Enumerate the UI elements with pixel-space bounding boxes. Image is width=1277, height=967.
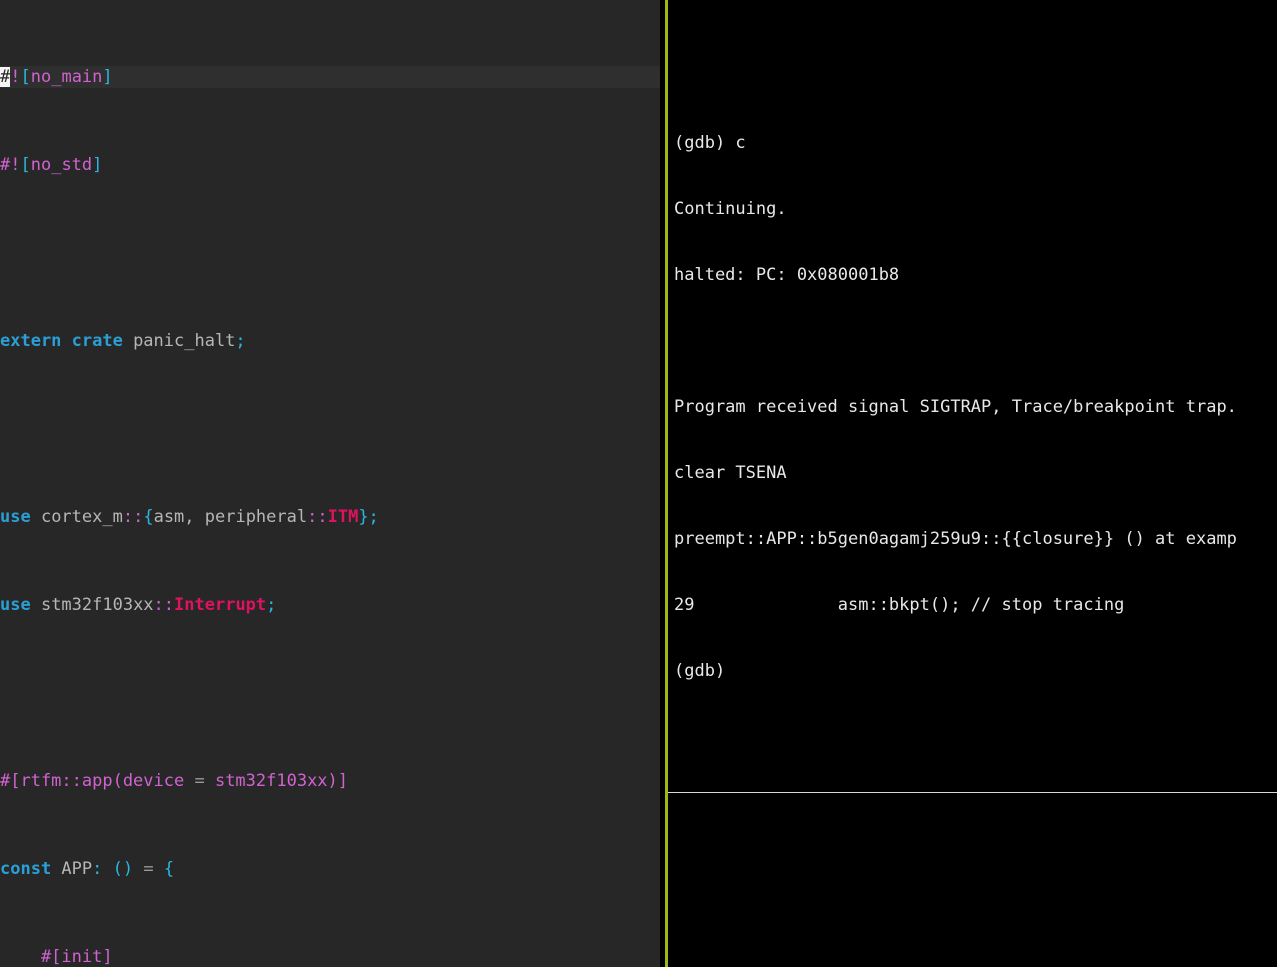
code-token: extern crate xyxy=(0,331,123,351)
code-line[interactable]: #![no_main] xyxy=(0,66,660,88)
code-token: }; xyxy=(358,507,379,527)
code-line[interactable]: use cortex_m::{asm, peripheral::ITM}; xyxy=(0,506,660,528)
terminal-line: Continuing. xyxy=(674,199,787,219)
code-token: ! xyxy=(10,67,21,87)
screen-root: #![no_main] #![no_std] extern crate pani… xyxy=(0,0,1277,967)
code-text-area[interactable]: #![no_main] #![no_std] extern crate pani… xyxy=(0,0,660,967)
terminal-section-cat: /tmp/app master* ❯ cat /dev/ttyUSB0 > it… xyxy=(668,881,1277,967)
code-token: ] xyxy=(92,155,103,175)
code-token: use xyxy=(0,507,31,527)
code-token: stm32f103xx)] xyxy=(214,771,349,791)
code-token: [ xyxy=(20,67,31,87)
code-token: [ xyxy=(20,155,31,175)
code-token: asm, peripheral xyxy=(153,507,308,527)
code-token: = xyxy=(133,859,164,879)
terminal-line: (gdb) c xyxy=(674,133,746,153)
code-token: ; xyxy=(266,595,277,615)
code-line[interactable]: const APP: () = { xyxy=(0,858,660,880)
code-token: ] xyxy=(102,67,113,87)
code-token: #! xyxy=(0,155,21,175)
code-line[interactable]: #[rtfm::app(device = stm32f103xx)] xyxy=(0,770,660,792)
code-token: cortex_m xyxy=(30,507,123,527)
code-token: { xyxy=(143,507,154,527)
code-token: const xyxy=(0,859,52,879)
terminal-line: 29 asm::bkpt(); // stop tracing xyxy=(674,595,1125,615)
code-token: #[init] xyxy=(0,947,113,967)
code-token: = xyxy=(184,771,215,791)
code-token: use xyxy=(0,595,31,615)
code-line[interactable]: #[init] xyxy=(0,946,660,967)
code-line[interactable]: use stm32f103xx::Interrupt; xyxy=(0,594,660,616)
terminal-line: preempt::APP::b5gen0agamj259u9::{{closur… xyxy=(674,529,1237,549)
code-line[interactable]: #![no_std] xyxy=(0,154,660,176)
code-editor-pane[interactable]: #![no_main] #![no_std] extern crate pani… xyxy=(0,0,660,967)
code-token: :: xyxy=(307,507,328,527)
terminal-section-gdb: (gdb) c Continuing. halted: PC: 0x080001… xyxy=(668,88,1277,726)
code-token: no_std xyxy=(30,155,93,175)
code-token: no_main xyxy=(30,67,103,87)
code-token: { xyxy=(163,859,175,879)
code-line[interactable]: extern crate panic_halt; xyxy=(0,330,660,352)
code-token: :: xyxy=(153,595,175,615)
code-token: ; xyxy=(235,331,246,351)
terminal-line: (gdb) xyxy=(674,661,726,681)
text-cursor: # xyxy=(0,67,11,87)
code-token: APP xyxy=(51,859,93,879)
terminal-divider xyxy=(668,792,1277,793)
code-token: panic_halt xyxy=(122,331,236,351)
code-token: ITM xyxy=(327,507,359,527)
terminal-line: Program received signal SIGTRAP, Trace/b… xyxy=(674,397,1237,417)
code-token: Interrupt xyxy=(174,595,267,615)
terminal-output[interactable]: (gdb) c Continuing. halted: PC: 0x080001… xyxy=(668,0,1277,967)
code-token: stm32f103xx xyxy=(30,595,154,615)
code-token: #[rtfm::app(device xyxy=(0,771,185,791)
terminal-pane[interactable]: (gdb) c Continuing. halted: PC: 0x080001… xyxy=(665,0,1277,967)
terminal-line: halted: PC: 0x080001b8 xyxy=(674,265,900,285)
code-token: : () xyxy=(92,859,134,879)
terminal-line: clear TSENA xyxy=(674,463,787,483)
code-token: :: xyxy=(122,507,144,527)
